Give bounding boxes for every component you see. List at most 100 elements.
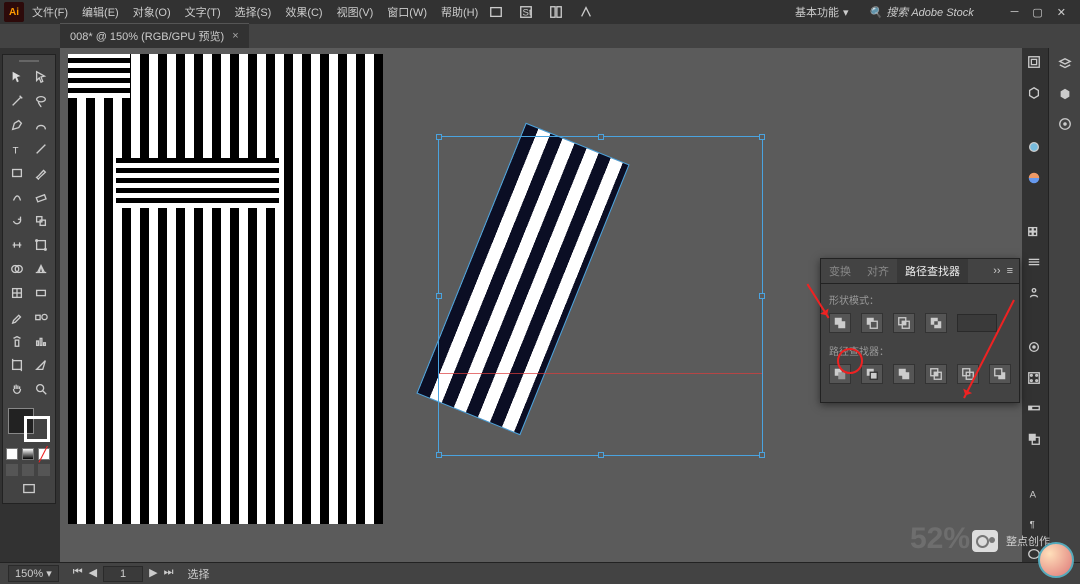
curvature-tool[interactable] (30, 114, 52, 136)
toolbox-grip[interactable] (6, 58, 52, 64)
handle-bot-left[interactable] (436, 452, 442, 458)
column-graph-tool[interactable] (30, 330, 52, 352)
unite-button[interactable] (829, 313, 851, 333)
lasso-tool[interactable] (30, 90, 52, 112)
stock-icon[interactable]: St (516, 2, 536, 22)
color-mode-icon[interactable] (6, 448, 18, 460)
handle-bot-right[interactable] (759, 452, 765, 458)
gradient-panel-icon[interactable] (1024, 369, 1044, 385)
fill-stroke-swatch[interactable] (6, 406, 52, 444)
menu-view[interactable]: 视图(V) (331, 1, 380, 23)
slice-tool[interactable] (30, 354, 52, 376)
menu-edit[interactable]: 编辑(E) (76, 1, 125, 23)
pathfinder-panel-icon[interactable] (1024, 430, 1044, 446)
color-panel-icon[interactable] (1024, 139, 1044, 155)
properties-panel-icon[interactable] (1024, 54, 1044, 70)
scale-tool[interactable] (30, 210, 52, 232)
handle-top-right[interactable] (759, 134, 765, 140)
hand-tool[interactable] (6, 378, 28, 400)
magic-wand-tool[interactable] (6, 90, 28, 112)
merge-button[interactable] (893, 364, 915, 384)
menu-file[interactable]: 文件(F) (26, 1, 74, 23)
character-panel-icon[interactable]: A (1024, 485, 1044, 501)
document-tab[interactable]: 008* @ 150% (RGB/GPU 预览) × (60, 23, 249, 48)
crop-button[interactable] (925, 364, 947, 384)
rectangle-tool[interactable] (6, 162, 28, 184)
rotate-tool[interactable] (6, 210, 28, 232)
minus-front-button[interactable] (861, 313, 883, 333)
handle-bot-mid[interactable] (598, 452, 604, 458)
exclude-button[interactable] (925, 313, 947, 333)
handle-top-mid[interactable] (598, 134, 604, 140)
align-tab[interactable]: 对齐 (859, 259, 897, 283)
pen-tool[interactable] (6, 114, 28, 136)
zoom-select[interactable]: 150% ▾ (8, 565, 59, 582)
color-guide-panel-icon[interactable] (1024, 169, 1044, 185)
trim-button[interactable] (861, 364, 883, 384)
blend-tool[interactable] (30, 306, 52, 328)
type-tool[interactable]: T (6, 138, 28, 160)
window-maximize[interactable]: ▢ (1032, 6, 1042, 19)
stock-search[interactable]: 🔍搜索 Adobe Stock (863, 2, 993, 22)
panel-menu-icon[interactable]: ≡ (1007, 265, 1013, 277)
line-tool[interactable] (30, 138, 52, 160)
perspective-grid-tool[interactable] (30, 258, 52, 280)
gradient-mode-icon[interactable] (22, 448, 34, 460)
transparency-panel-icon[interactable] (1024, 400, 1044, 416)
menu-effect[interactable]: 效果(C) (279, 1, 328, 23)
draw-inside-icon[interactable] (38, 464, 50, 476)
paintbrush-tool[interactable] (30, 162, 52, 184)
window-minimize[interactable]: ─ (1011, 6, 1019, 19)
swatches-panel-icon[interactable] (1024, 224, 1044, 240)
bridge-icon[interactable] (486, 2, 506, 22)
draw-behind-icon[interactable] (22, 464, 34, 476)
handle-mid-right[interactable] (759, 293, 765, 299)
shaper-tool[interactable] (6, 186, 28, 208)
menu-help[interactable]: 帮助(H) (435, 1, 484, 23)
draw-normal-icon[interactable] (6, 464, 18, 476)
first-artboard-button[interactable]: ⏮ (73, 566, 83, 582)
artboard-tool[interactable] (6, 354, 28, 376)
shape-builder-tool[interactable] (6, 258, 28, 280)
eyedropper-tool[interactable] (6, 306, 28, 328)
menu-object[interactable]: 对象(O) (127, 1, 177, 23)
symbols-panel-icon[interactable] (1024, 285, 1044, 301)
panel-collapse-icon[interactable]: ›› (993, 265, 1000, 277)
stroke-panel-icon[interactable] (1024, 339, 1044, 355)
selection-bounding-box[interactable] (438, 136, 763, 456)
last-artboard-button[interactable]: ⏭ (164, 566, 174, 582)
next-artboard-button[interactable]: ▶ (149, 566, 157, 582)
menu-type[interactable]: 文字(T) (179, 1, 227, 23)
handle-top-left[interactable] (436, 134, 442, 140)
expand-button[interactable] (957, 314, 997, 332)
window-close[interactable]: ✕ (1057, 6, 1066, 19)
menu-select[interactable]: 选择(S) (229, 1, 278, 23)
gradient-tool[interactable] (30, 282, 52, 304)
paragraph-panel-icon[interactable]: ¶ (1024, 515, 1044, 531)
handle-mid-left[interactable] (436, 293, 442, 299)
gpu-icon[interactable] (576, 2, 596, 22)
menu-window[interactable]: 窗口(W) (381, 1, 433, 23)
zoom-tool[interactable] (30, 378, 52, 400)
selection-tool[interactable] (6, 66, 28, 88)
direct-selection-tool[interactable] (30, 66, 52, 88)
arrange-icon[interactable] (546, 2, 566, 22)
minus-back-button[interactable] (989, 364, 1011, 384)
pathfinder-tab[interactable]: 路径查找器 (897, 259, 968, 283)
symbol-sprayer-tool[interactable] (6, 330, 28, 352)
tab-close-icon[interactable]: × (232, 30, 238, 42)
workspace-switcher[interactable]: 基本功能▾ (789, 2, 855, 22)
intersect-button[interactable] (893, 313, 915, 333)
asset-export-panel-icon[interactable] (1055, 84, 1075, 104)
transform-tab[interactable]: 变换 (821, 259, 859, 283)
libraries-panel-icon[interactable] (1024, 84, 1044, 100)
width-tool[interactable] (6, 234, 28, 256)
divide-button[interactable] (829, 364, 851, 384)
stroke-swatch[interactable] (24, 416, 50, 442)
none-mode-icon[interactable]: ╱ (38, 448, 50, 460)
free-transform-tool[interactable] (30, 234, 52, 256)
artboard-number[interactable]: 1 (103, 566, 143, 582)
cc-libs-panel-icon[interactable] (1055, 114, 1075, 134)
layers-panel-icon[interactable] (1055, 54, 1075, 74)
eraser-tool[interactable] (30, 186, 52, 208)
